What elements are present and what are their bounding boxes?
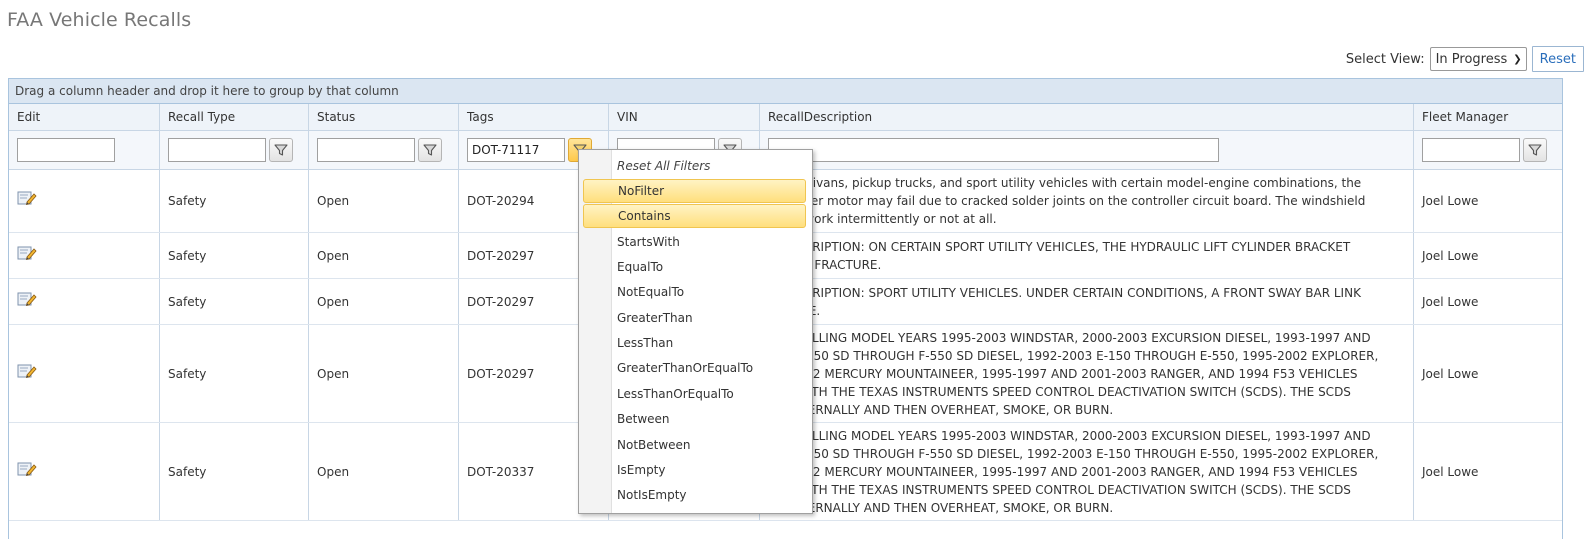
filter-option-contains[interactable]: Contains: [583, 204, 806, 229]
tags-filter-value: DOT-71117: [472, 143, 540, 157]
tags-filter-input[interactable]: DOT-71117: [467, 138, 565, 162]
funnel-filter-icon: [423, 144, 437, 156]
recall-type-cell: Safety: [160, 170, 309, 232]
status-cell: Open: [309, 423, 459, 520]
edit-cell[interactable]: [9, 423, 160, 520]
column-header-row: Edit Recall Type Status Tags VIN RecallD…: [9, 104, 1562, 131]
filter-option-notequalto[interactable]: NotEqualTo: [583, 280, 806, 304]
edit-pencil-icon: [17, 364, 37, 378]
recall-type-cell: Safety: [160, 279, 309, 324]
edit-pencil-icon: [17, 191, 37, 206]
recall-type-cell: Safety: [160, 325, 309, 422]
fleet-manager-cell: Joel Lowe: [1422, 248, 1479, 263]
status-cell: Open: [309, 279, 459, 324]
filter-option-notbetween[interactable]: NotBetween: [583, 433, 806, 457]
filter-option-equalto[interactable]: EqualTo: [583, 255, 806, 279]
column-header-recall-description[interactable]: RecallDescription: [760, 104, 1414, 130]
edit-cell[interactable]: [9, 279, 160, 324]
filter-option-nofilter[interactable]: NoFilter: [583, 179, 806, 203]
filter-option-startswith[interactable]: StartsWith: [583, 230, 806, 254]
column-header-vin[interactable]: VIN: [609, 104, 760, 130]
filter-cell-fleet-manager: [1414, 131, 1562, 169]
fleet-manager-filter-input[interactable]: [1422, 138, 1520, 162]
column-header-label: Fleet Manager: [1422, 110, 1509, 124]
fleet-manager-cell: Joel Lowe: [1422, 194, 1479, 208]
group-by-panel[interactable]: Drag a column header and drop it here to…: [9, 79, 1562, 104]
recall-type-filter-input[interactable]: [168, 138, 266, 162]
recall-type-cell: Safety: [160, 423, 309, 520]
edit-cell[interactable]: [9, 233, 160, 278]
column-header-status[interactable]: Status: [309, 104, 459, 130]
fleet-manager-cell: Joel Lowe: [1422, 294, 1479, 309]
fleet-manager-cell: Joel Lowe: [1422, 366, 1479, 381]
status-cell: Open: [309, 325, 459, 422]
view-select-value: In Progress: [1435, 51, 1508, 67]
filter-option-notisempty[interactable]: NotIsEmpty: [583, 483, 806, 507]
status-filter-button[interactable]: [418, 138, 442, 162]
funnel-filter-icon: [274, 144, 288, 156]
fleet-manager-cell: Joel Lowe: [1422, 464, 1479, 479]
column-header-label: Tags: [467, 110, 494, 124]
column-header-recall-type[interactable]: Recall Type: [160, 104, 309, 130]
filter-cell-edit: [9, 131, 160, 169]
status-cell: Open: [309, 233, 459, 278]
edit-filter-input[interactable]: [17, 138, 115, 162]
filter-option-lessthanorequalto[interactable]: LessThanOrEqualTo: [583, 382, 806, 406]
filter-option-between[interactable]: Between: [583, 407, 806, 431]
filter-menu: Reset All Filters NoFilter Contains StartsW…: [578, 149, 813, 514]
edit-pencil-icon: [17, 246, 37, 260]
filter-cell-recall-type: [160, 131, 309, 169]
edit-cell[interactable]: [9, 325, 160, 422]
edit-pencil-icon: [17, 292, 37, 306]
page-title: FAA Vehicle Recalls: [7, 9, 192, 31]
recall-description-filter-input[interactable]: [768, 138, 1219, 162]
status-cell: Open: [309, 170, 459, 232]
select-view-label: Select View:: [1345, 51, 1425, 67]
recall-type-filter-button[interactable]: [269, 138, 293, 162]
recall-description-cell: E DESCRIPTION: ON CERTAIN SPORT UTILITY …: [760, 233, 1414, 278]
filter-option-greaterthanorequalto[interactable]: GreaterThanOrEqualTo: [583, 356, 806, 380]
reset-view-button[interactable]: Reset: [1531, 46, 1584, 72]
column-header-tags[interactable]: Tags: [459, 104, 609, 130]
recall-description-cell: ain minivans, pickup trucks, and sport u…: [760, 170, 1414, 232]
column-header-label: Recall Type: [168, 110, 236, 124]
column-header-label: Edit: [17, 110, 41, 124]
reset-all-filters-menu-item[interactable]: Reset All Filters: [583, 154, 806, 178]
column-header-label: Status: [317, 110, 356, 124]
filter-option-isempty[interactable]: IsEmpty: [583, 458, 806, 482]
column-header-edit[interactable]: Edit: [9, 104, 160, 130]
group-by-hint: Drag a column header and drop it here to…: [15, 84, 399, 98]
filter-option-greaterthan[interactable]: GreaterThan: [583, 306, 806, 330]
status-filter-input[interactable]: [317, 138, 415, 162]
view-select[interactable]: In Progress ❯: [1429, 47, 1527, 71]
view-toolbar: Select View: In Progress ❯ Reset: [1346, 46, 1584, 72]
filter-option-lessthan[interactable]: LessThan: [583, 331, 806, 355]
filter-cell-status: [309, 131, 459, 169]
fleet-manager-filter-button[interactable]: [1523, 138, 1547, 162]
recall-description-cell: E DESCRIPTION: SPORT UTILITY VEHICLES. U…: [760, 279, 1414, 324]
column-header-fleet-manager[interactable]: Fleet Manager: [1414, 104, 1562, 130]
column-header-label: RecallDescription: [768, 110, 873, 124]
recall-type-cell: Safety: [160, 233, 309, 278]
filter-cell-recall-description: [760, 131, 1414, 169]
column-header-label: VIN: [617, 110, 638, 124]
funnel-filter-icon: [1528, 144, 1542, 156]
edit-cell[interactable]: [9, 170, 160, 232]
recall-description-cell: S RECALLING MODEL YEARS 1995-2003 WINDST…: [760, 423, 1414, 520]
edit-pencil-icon: [17, 462, 37, 476]
recall-description-cell: S RECALLING MODEL YEARS 1995-2003 WINDST…: [760, 325, 1414, 422]
chevron-down-icon: ❯: [1513, 53, 1522, 65]
